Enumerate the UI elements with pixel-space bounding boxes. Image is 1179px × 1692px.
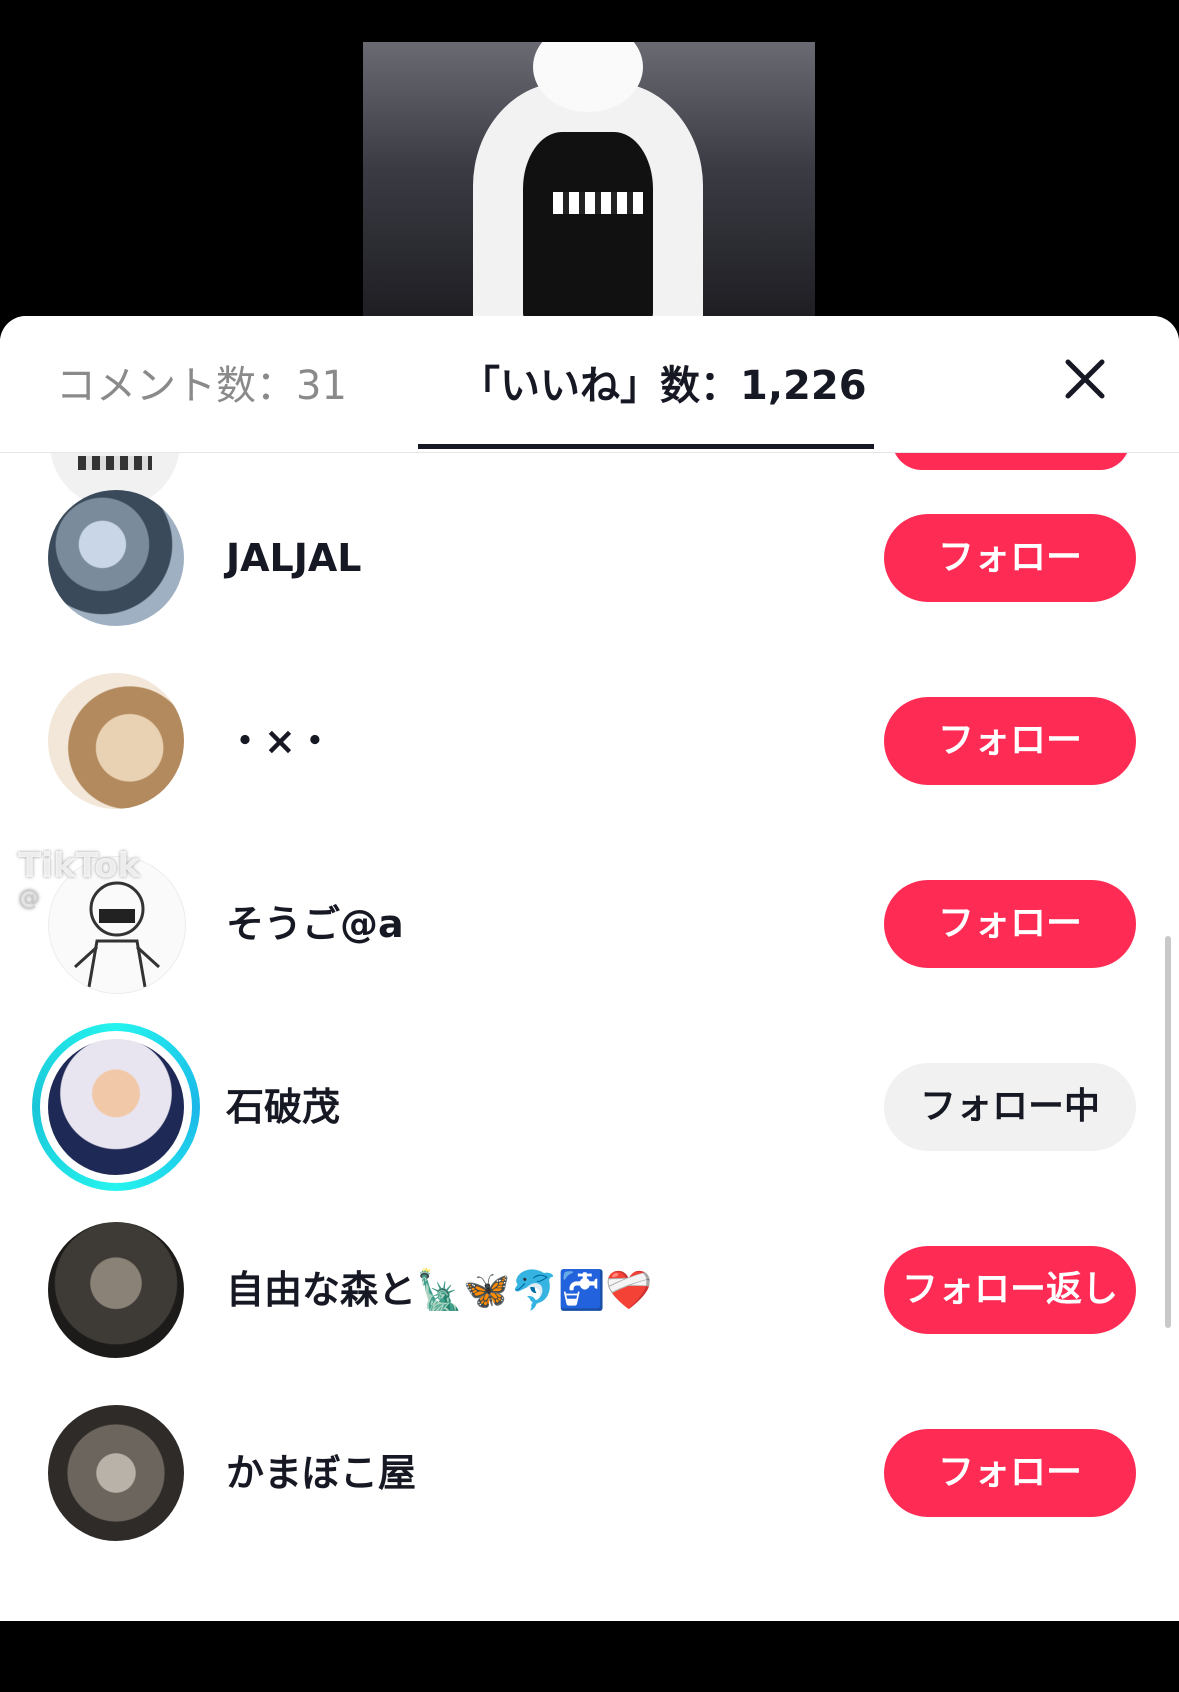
avatar[interactable] (48, 1405, 184, 1541)
bottom-bar (0, 1621, 1179, 1692)
video-thumbnail (363, 42, 815, 322)
avatar (48, 1039, 184, 1175)
username[interactable]: 石破茂 (226, 1079, 340, 1135)
follow-button[interactable]: フォロー (884, 1429, 1136, 1517)
tab-bar: コメント数：31 「いいね」数：1,226 (0, 316, 1179, 453)
username[interactable]: かまぼこ屋 (226, 1445, 416, 1501)
watermark-handle: @ (18, 886, 40, 911)
follow-button[interactable]: フォロー (884, 514, 1136, 602)
likes-list: JALJAL フォロー ・×・ フォロー そうご@a フォロー 石破茂 フォロー… (0, 412, 1179, 1621)
follow-button[interactable]: フォロー (884, 697, 1136, 785)
list-item: 石破茂 フォロー中 (0, 1021, 1179, 1191)
list-item: JALJAL フォロー (0, 472, 1179, 632)
list-item: かまぼこ屋 フォロー (0, 1387, 1179, 1547)
active-tab-indicator (418, 444, 874, 449)
username[interactable]: ・×・ (226, 713, 334, 769)
avatar[interactable] (48, 490, 184, 626)
scrollbar[interactable] (1165, 936, 1171, 1328)
tiktok-watermark: TikTok @ (18, 846, 318, 926)
follow-button[interactable]: フォロー (884, 880, 1136, 968)
likes-sheet: コメント数：31 「いいね」数：1,226 JALJAL フォロー ・×・ フォ… (0, 316, 1179, 1621)
follow-back-button[interactable]: フォロー返し (884, 1246, 1136, 1334)
tiktok-logo-icon: TikTok (18, 846, 141, 886)
tab-likes[interactable]: 「いいね」数：1,226 (460, 356, 867, 416)
list-item: ・×・ フォロー (0, 655, 1179, 815)
story-ring[interactable] (32, 1023, 200, 1191)
tab-comments[interactable]: コメント数：31 (56, 356, 347, 416)
username[interactable]: 自由な森と🗽🦋🐬🚰❤️‍🩹 (226, 1262, 653, 1318)
username[interactable]: JALJAL (226, 530, 362, 586)
close-icon[interactable] (1060, 354, 1110, 404)
avatar[interactable] (48, 673, 184, 809)
list-item: 自由な森と🗽🦋🐬🚰❤️‍🩹 フォロー返し (0, 1204, 1179, 1364)
following-button[interactable]: フォロー中 (884, 1063, 1136, 1151)
avatar[interactable] (48, 1222, 184, 1358)
